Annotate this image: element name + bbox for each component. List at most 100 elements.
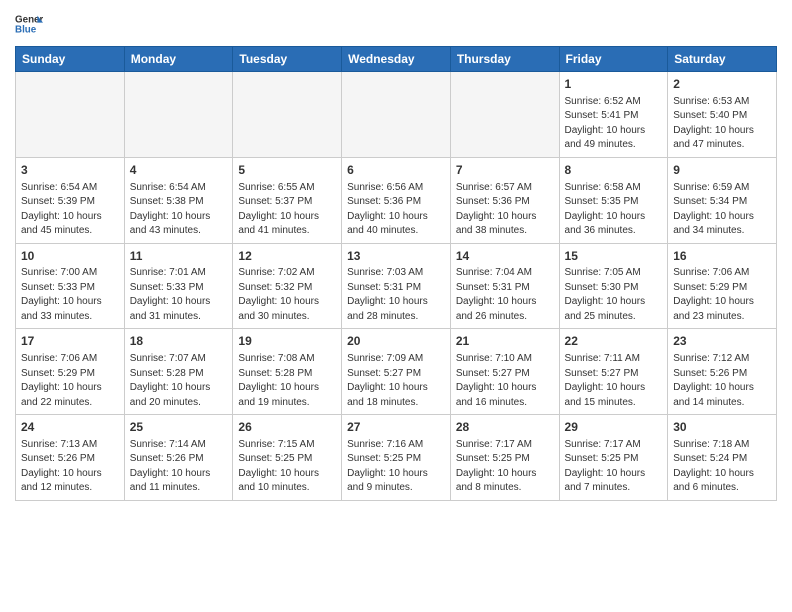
- day-info-text: Sunrise: 7:01 AM: [130, 266, 228, 281]
- col-header-tuesday: Tuesday: [233, 47, 342, 72]
- svg-text:Blue: Blue: [15, 24, 37, 35]
- day-info-text: Sunset: 5:40 PM: [673, 109, 771, 124]
- day-info-text: and 38 minutes.: [456, 224, 554, 239]
- day-number: 20: [347, 333, 445, 350]
- calendar-week-5: 24Sunrise: 7:13 AMSunset: 5:26 PMDayligh…: [16, 415, 777, 501]
- day-info-text: Sunrise: 7:03 AM: [347, 266, 445, 281]
- calendar-cell: [16, 72, 125, 158]
- day-info-text: and 26 minutes.: [456, 310, 554, 325]
- day-info-text: Sunset: 5:29 PM: [673, 281, 771, 296]
- day-info-text: Sunset: 5:26 PM: [130, 452, 228, 467]
- day-info-text: Daylight: 10 hours: [565, 295, 663, 310]
- day-number: 26: [238, 419, 336, 436]
- day-info-text: Sunset: 5:39 PM: [21, 195, 119, 210]
- day-info-text: Sunset: 5:33 PM: [130, 281, 228, 296]
- day-info-text: Sunset: 5:25 PM: [238, 452, 336, 467]
- calendar-cell: [450, 72, 559, 158]
- day-info-text: Sunset: 5:36 PM: [347, 195, 445, 210]
- day-info-text: and 31 minutes.: [130, 310, 228, 325]
- day-info-text: Sunset: 5:27 PM: [347, 367, 445, 382]
- day-info-text: Sunrise: 6:57 AM: [456, 181, 554, 196]
- day-info-text: Sunrise: 7:00 AM: [21, 266, 119, 281]
- calendar-cell: 10Sunrise: 7:00 AMSunset: 5:33 PMDayligh…: [16, 243, 125, 329]
- day-number: 10: [21, 248, 119, 265]
- day-info-text: Sunset: 5:32 PM: [238, 281, 336, 296]
- day-info-text: Sunrise: 6:58 AM: [565, 181, 663, 196]
- day-info-text: Daylight: 10 hours: [347, 210, 445, 225]
- day-info-text: Sunrise: 7:10 AM: [456, 352, 554, 367]
- day-number: 28: [456, 419, 554, 436]
- day-info-text: Daylight: 10 hours: [347, 467, 445, 482]
- day-number: 27: [347, 419, 445, 436]
- day-info-text: Daylight: 10 hours: [238, 467, 336, 482]
- day-info-text: Sunrise: 7:08 AM: [238, 352, 336, 367]
- day-info-text: Sunrise: 7:12 AM: [673, 352, 771, 367]
- day-info-text: Sunset: 5:38 PM: [130, 195, 228, 210]
- day-number: 9: [673, 162, 771, 179]
- calendar-cell: 28Sunrise: 7:17 AMSunset: 5:25 PMDayligh…: [450, 415, 559, 501]
- day-info-text: Daylight: 10 hours: [565, 210, 663, 225]
- day-number: 16: [673, 248, 771, 265]
- day-number: 30: [673, 419, 771, 436]
- day-number: 7: [456, 162, 554, 179]
- col-header-wednesday: Wednesday: [342, 47, 451, 72]
- day-info-text: Daylight: 10 hours: [456, 210, 554, 225]
- day-info-text: Sunrise: 7:07 AM: [130, 352, 228, 367]
- day-number: 24: [21, 419, 119, 436]
- calendar-cell: 27Sunrise: 7:16 AMSunset: 5:25 PMDayligh…: [342, 415, 451, 501]
- day-info-text: and 49 minutes.: [565, 138, 663, 153]
- day-number: 6: [347, 162, 445, 179]
- calendar-week-3: 10Sunrise: 7:00 AMSunset: 5:33 PMDayligh…: [16, 243, 777, 329]
- calendar-cell: [342, 72, 451, 158]
- day-number: 21: [456, 333, 554, 350]
- day-info-text: Sunset: 5:35 PM: [565, 195, 663, 210]
- day-info-text: and 12 minutes.: [21, 481, 119, 496]
- calendar-cell: 14Sunrise: 7:04 AMSunset: 5:31 PMDayligh…: [450, 243, 559, 329]
- day-info-text: Daylight: 10 hours: [130, 467, 228, 482]
- day-info-text: Daylight: 10 hours: [456, 295, 554, 310]
- day-info-text: Daylight: 10 hours: [456, 467, 554, 482]
- day-info-text: Sunrise: 6:54 AM: [21, 181, 119, 196]
- day-info-text: Sunrise: 7:05 AM: [565, 266, 663, 281]
- day-number: 1: [565, 76, 663, 93]
- day-number: 19: [238, 333, 336, 350]
- calendar-cell: 18Sunrise: 7:07 AMSunset: 5:28 PMDayligh…: [124, 329, 233, 415]
- day-info-text: Sunrise: 7:15 AM: [238, 438, 336, 453]
- day-info-text: Daylight: 10 hours: [673, 381, 771, 396]
- col-header-sunday: Sunday: [16, 47, 125, 72]
- day-info-text: Sunset: 5:34 PM: [673, 195, 771, 210]
- day-info-text: and 22 minutes.: [21, 396, 119, 411]
- day-info-text: Sunset: 5:28 PM: [238, 367, 336, 382]
- day-number: 4: [130, 162, 228, 179]
- day-number: 2: [673, 76, 771, 93]
- day-info-text: Sunrise: 6:59 AM: [673, 181, 771, 196]
- day-info-text: and 40 minutes.: [347, 224, 445, 239]
- day-info-text: and 47 minutes.: [673, 138, 771, 153]
- day-number: 25: [130, 419, 228, 436]
- day-info-text: Sunset: 5:27 PM: [456, 367, 554, 382]
- col-header-thursday: Thursday: [450, 47, 559, 72]
- calendar-cell: 9Sunrise: 6:59 AMSunset: 5:34 PMDaylight…: [668, 157, 777, 243]
- day-info-text: Daylight: 10 hours: [130, 295, 228, 310]
- calendar-cell: [124, 72, 233, 158]
- calendar-cell: 17Sunrise: 7:06 AMSunset: 5:29 PMDayligh…: [16, 329, 125, 415]
- calendar-cell: [233, 72, 342, 158]
- day-info-text: Sunrise: 7:06 AM: [21, 352, 119, 367]
- day-info-text: Sunset: 5:26 PM: [673, 367, 771, 382]
- day-info-text: Sunset: 5:36 PM: [456, 195, 554, 210]
- day-number: 17: [21, 333, 119, 350]
- calendar-cell: 3Sunrise: 6:54 AMSunset: 5:39 PMDaylight…: [16, 157, 125, 243]
- day-info-text: Daylight: 10 hours: [347, 295, 445, 310]
- day-info-text: and 25 minutes.: [565, 310, 663, 325]
- day-info-text: Sunset: 5:25 PM: [456, 452, 554, 467]
- day-info-text: Sunrise: 7:16 AM: [347, 438, 445, 453]
- calendar-cell: 4Sunrise: 6:54 AMSunset: 5:38 PMDaylight…: [124, 157, 233, 243]
- calendar-cell: 5Sunrise: 6:55 AMSunset: 5:37 PMDaylight…: [233, 157, 342, 243]
- day-info-text: and 30 minutes.: [238, 310, 336, 325]
- day-number: 13: [347, 248, 445, 265]
- day-info-text: and 36 minutes.: [565, 224, 663, 239]
- day-info-text: and 19 minutes.: [238, 396, 336, 411]
- calendar-cell: 19Sunrise: 7:08 AMSunset: 5:28 PMDayligh…: [233, 329, 342, 415]
- day-info-text: and 14 minutes.: [673, 396, 771, 411]
- calendar-cell: 15Sunrise: 7:05 AMSunset: 5:30 PMDayligh…: [559, 243, 668, 329]
